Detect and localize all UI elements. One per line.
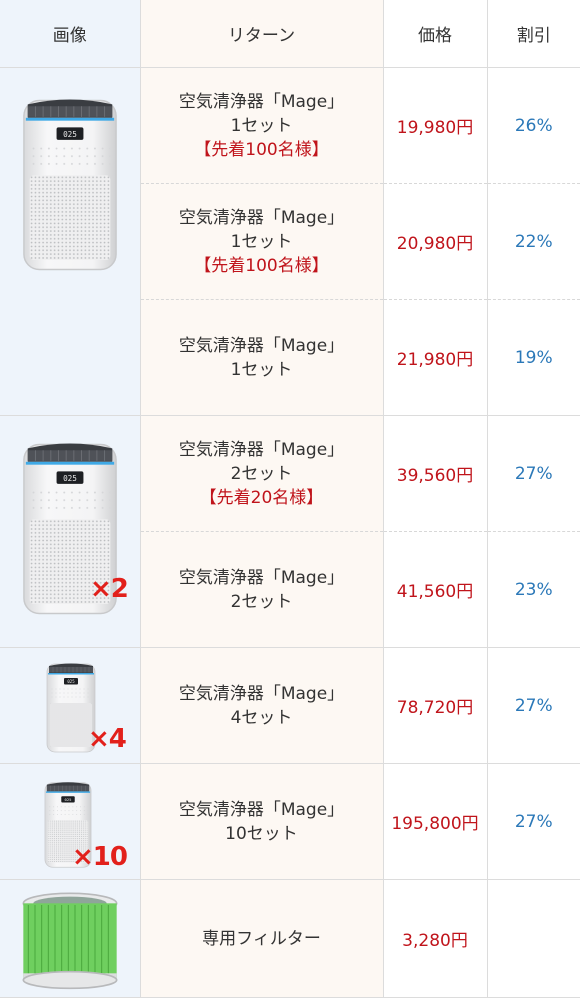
discount-cell: 19% (487, 299, 580, 416)
filter-image (20, 890, 120, 990)
quantity-multiplier: ×10 (72, 842, 128, 872)
return-note: 【先着100名様】 (194, 139, 329, 160)
return-cell: 空気清浄器「Mage」 4セット (140, 647, 384, 764)
header-discount: 割引 (487, 0, 580, 68)
return-note: 【先着20名様】 (199, 487, 324, 508)
table-row: 空気清浄器「Mage」 1セット 【先着100名様】 19,980円 26% (0, 67, 580, 416)
return-sets: 1セット (230, 359, 293, 380)
discount-cell: 23% (487, 531, 580, 648)
return-sets: 1セット (230, 115, 293, 136)
quantity-multiplier: ×2 (90, 574, 129, 604)
return-cell: 空気清浄器「Mage」 10セット (140, 763, 384, 880)
table-row: ×4 空気清浄器「Mage」 4セット 78,720円 27% (0, 647, 580, 764)
return-note: 【先着100名様】 (194, 255, 329, 276)
discount-cell: 27% (487, 415, 580, 532)
product-image-cell (0, 879, 141, 998)
quantity-multiplier: ×4 (88, 724, 127, 754)
discount-cell: 27% (487, 647, 580, 764)
price-cell: 21,980円 (383, 299, 488, 416)
product-image-cell: ×4 (0, 647, 141, 764)
return-cell: 空気清浄器「Mage」 1セット 【先着100名様】 (140, 183, 384, 300)
product-image-cell: ×2 (0, 415, 141, 648)
return-name: 空気清浄器「Mage」 (178, 567, 345, 588)
return-name: 空気清浄器「Mage」 (178, 439, 345, 460)
price-cell: 41,560円 (383, 531, 488, 648)
return-name: 空気清浄器「Mage」 (178, 335, 345, 356)
return-sets: 1セット (230, 231, 293, 252)
table-row: ×10 空気清浄器「Mage」 10セット 195,800円 27% (0, 763, 580, 880)
return-cell: 空気清浄器「Mage」 1セット 【先着100名様】 (140, 67, 384, 184)
price-cell: 39,560円 (383, 415, 488, 532)
price-cell: 195,800円 (383, 763, 488, 880)
product-image-cell: ×10 (0, 763, 141, 880)
return-sets: 2セット (230, 463, 293, 484)
return-name: 専用フィルター (202, 928, 321, 949)
rewards-table: 画像 リターン 価格 割引 空気清浄器「Mage」 1セット 【先着100名様】… (0, 0, 580, 998)
return-sets: 4セット (230, 707, 293, 728)
header-price: 価格 (383, 0, 488, 68)
header-row: 画像 リターン 価格 割引 (0, 0, 580, 68)
product-image-cell (0, 67, 141, 416)
return-name: 空気清浄器「Mage」 (178, 207, 345, 228)
discount-cell: 22% (487, 183, 580, 300)
discount-cell: 27% (487, 763, 580, 880)
price-cell: 78,720円 (383, 647, 488, 764)
table-row: 専用フィルター 3,280円 (0, 879, 580, 998)
return-sets: 2セット (230, 591, 293, 612)
return-name: 空気清浄器「Mage」 (178, 91, 345, 112)
table-row: ×2 空気清浄器「Mage」 2セット 【先着20名様】 39,560円 27% (0, 415, 580, 648)
return-cell: 空気清浄器「Mage」 2セット (140, 531, 384, 648)
discount-cell (487, 879, 580, 998)
return-cell: 専用フィルター (140, 879, 384, 998)
return-name: 空気清浄器「Mage」 (178, 799, 345, 820)
discount-cell: 26% (487, 67, 580, 184)
return-cell: 空気清浄器「Mage」 1セット (140, 299, 384, 416)
return-name: 空気清浄器「Mage」 (178, 683, 345, 704)
price-cell: 20,980円 (383, 183, 488, 300)
header-return: リターン (140, 0, 384, 68)
return-sets: 10セット (225, 823, 298, 844)
price-cell: 19,980円 (383, 67, 488, 184)
air-purifier-image (22, 92, 118, 278)
header-image: 画像 (0, 0, 141, 68)
price-cell: 3,280円 (383, 879, 488, 998)
return-cell: 空気清浄器「Mage」 2セット 【先着20名様】 (140, 415, 384, 532)
